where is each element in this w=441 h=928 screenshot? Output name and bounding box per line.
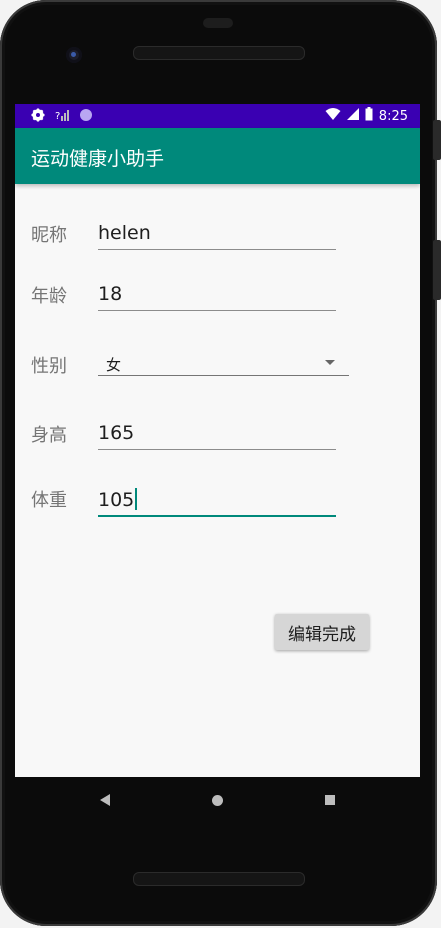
nickname-underline <box>98 249 336 250</box>
home-icon[interactable] <box>212 795 223 806</box>
height-underline <box>98 449 336 450</box>
screen: ? 8:25 运动健康小助手 昵称 helen 年龄 18 性别 女 身高 16… <box>15 104 420 777</box>
bottom-speaker-grill <box>133 872 305 886</box>
text-cursor <box>135 488 138 510</box>
signal-off-icon: ? <box>55 107 69 126</box>
volume-key[interactable] <box>433 240 441 300</box>
height-field[interactable]: 165 <box>98 420 336 450</box>
power-key[interactable] <box>433 120 441 160</box>
gender-value: 女 <box>106 356 122 374</box>
front-camera <box>66 47 82 63</box>
height-label: 身高 <box>31 425 67 446</box>
edit-done-button[interactable]: 编辑完成 <box>275 614 369 650</box>
dropdown-arrow-icon <box>325 360 335 365</box>
recents-icon[interactable] <box>325 795 335 805</box>
back-icon[interactable] <box>100 794 110 806</box>
gear-icon <box>31 107 45 126</box>
age-label: 年龄 <box>31 286 67 307</box>
clock: 8:25 <box>378 108 408 124</box>
status-bar: ? 8:25 <box>15 104 420 128</box>
battery-icon <box>365 107 373 125</box>
nickname-field[interactable]: helen <box>98 220 336 250</box>
nickname-value: helen <box>98 222 151 244</box>
age-value: 18 <box>98 283 123 305</box>
weight-value-wrap: 105 <box>98 488 138 511</box>
gender-label: 性别 <box>31 356 67 377</box>
age-underline <box>98 310 336 311</box>
svg-text:?: ? <box>55 111 60 122</box>
app-title: 运动健康小助手 <box>31 148 165 170</box>
top-speaker-grill <box>133 46 305 60</box>
weight-value: 105 <box>98 489 135 511</box>
weight-field[interactable]: 105 <box>98 487 336 517</box>
wifi-icon <box>325 107 341 125</box>
top-speaker <box>203 18 233 28</box>
weight-label: 体重 <box>31 490 67 511</box>
cell-signal-icon <box>346 107 359 125</box>
circle-icon <box>79 107 93 126</box>
weight-underline <box>98 515 336 517</box>
app-bar: 运动健康小助手 <box>15 128 420 184</box>
gender-underline <box>98 375 349 376</box>
navigation-bar <box>15 777 420 825</box>
gender-spinner[interactable]: 女 <box>98 352 349 376</box>
age-field[interactable]: 18 <box>98 281 336 311</box>
nickname-label: 昵称 <box>31 225 67 246</box>
height-value: 165 <box>98 422 135 444</box>
